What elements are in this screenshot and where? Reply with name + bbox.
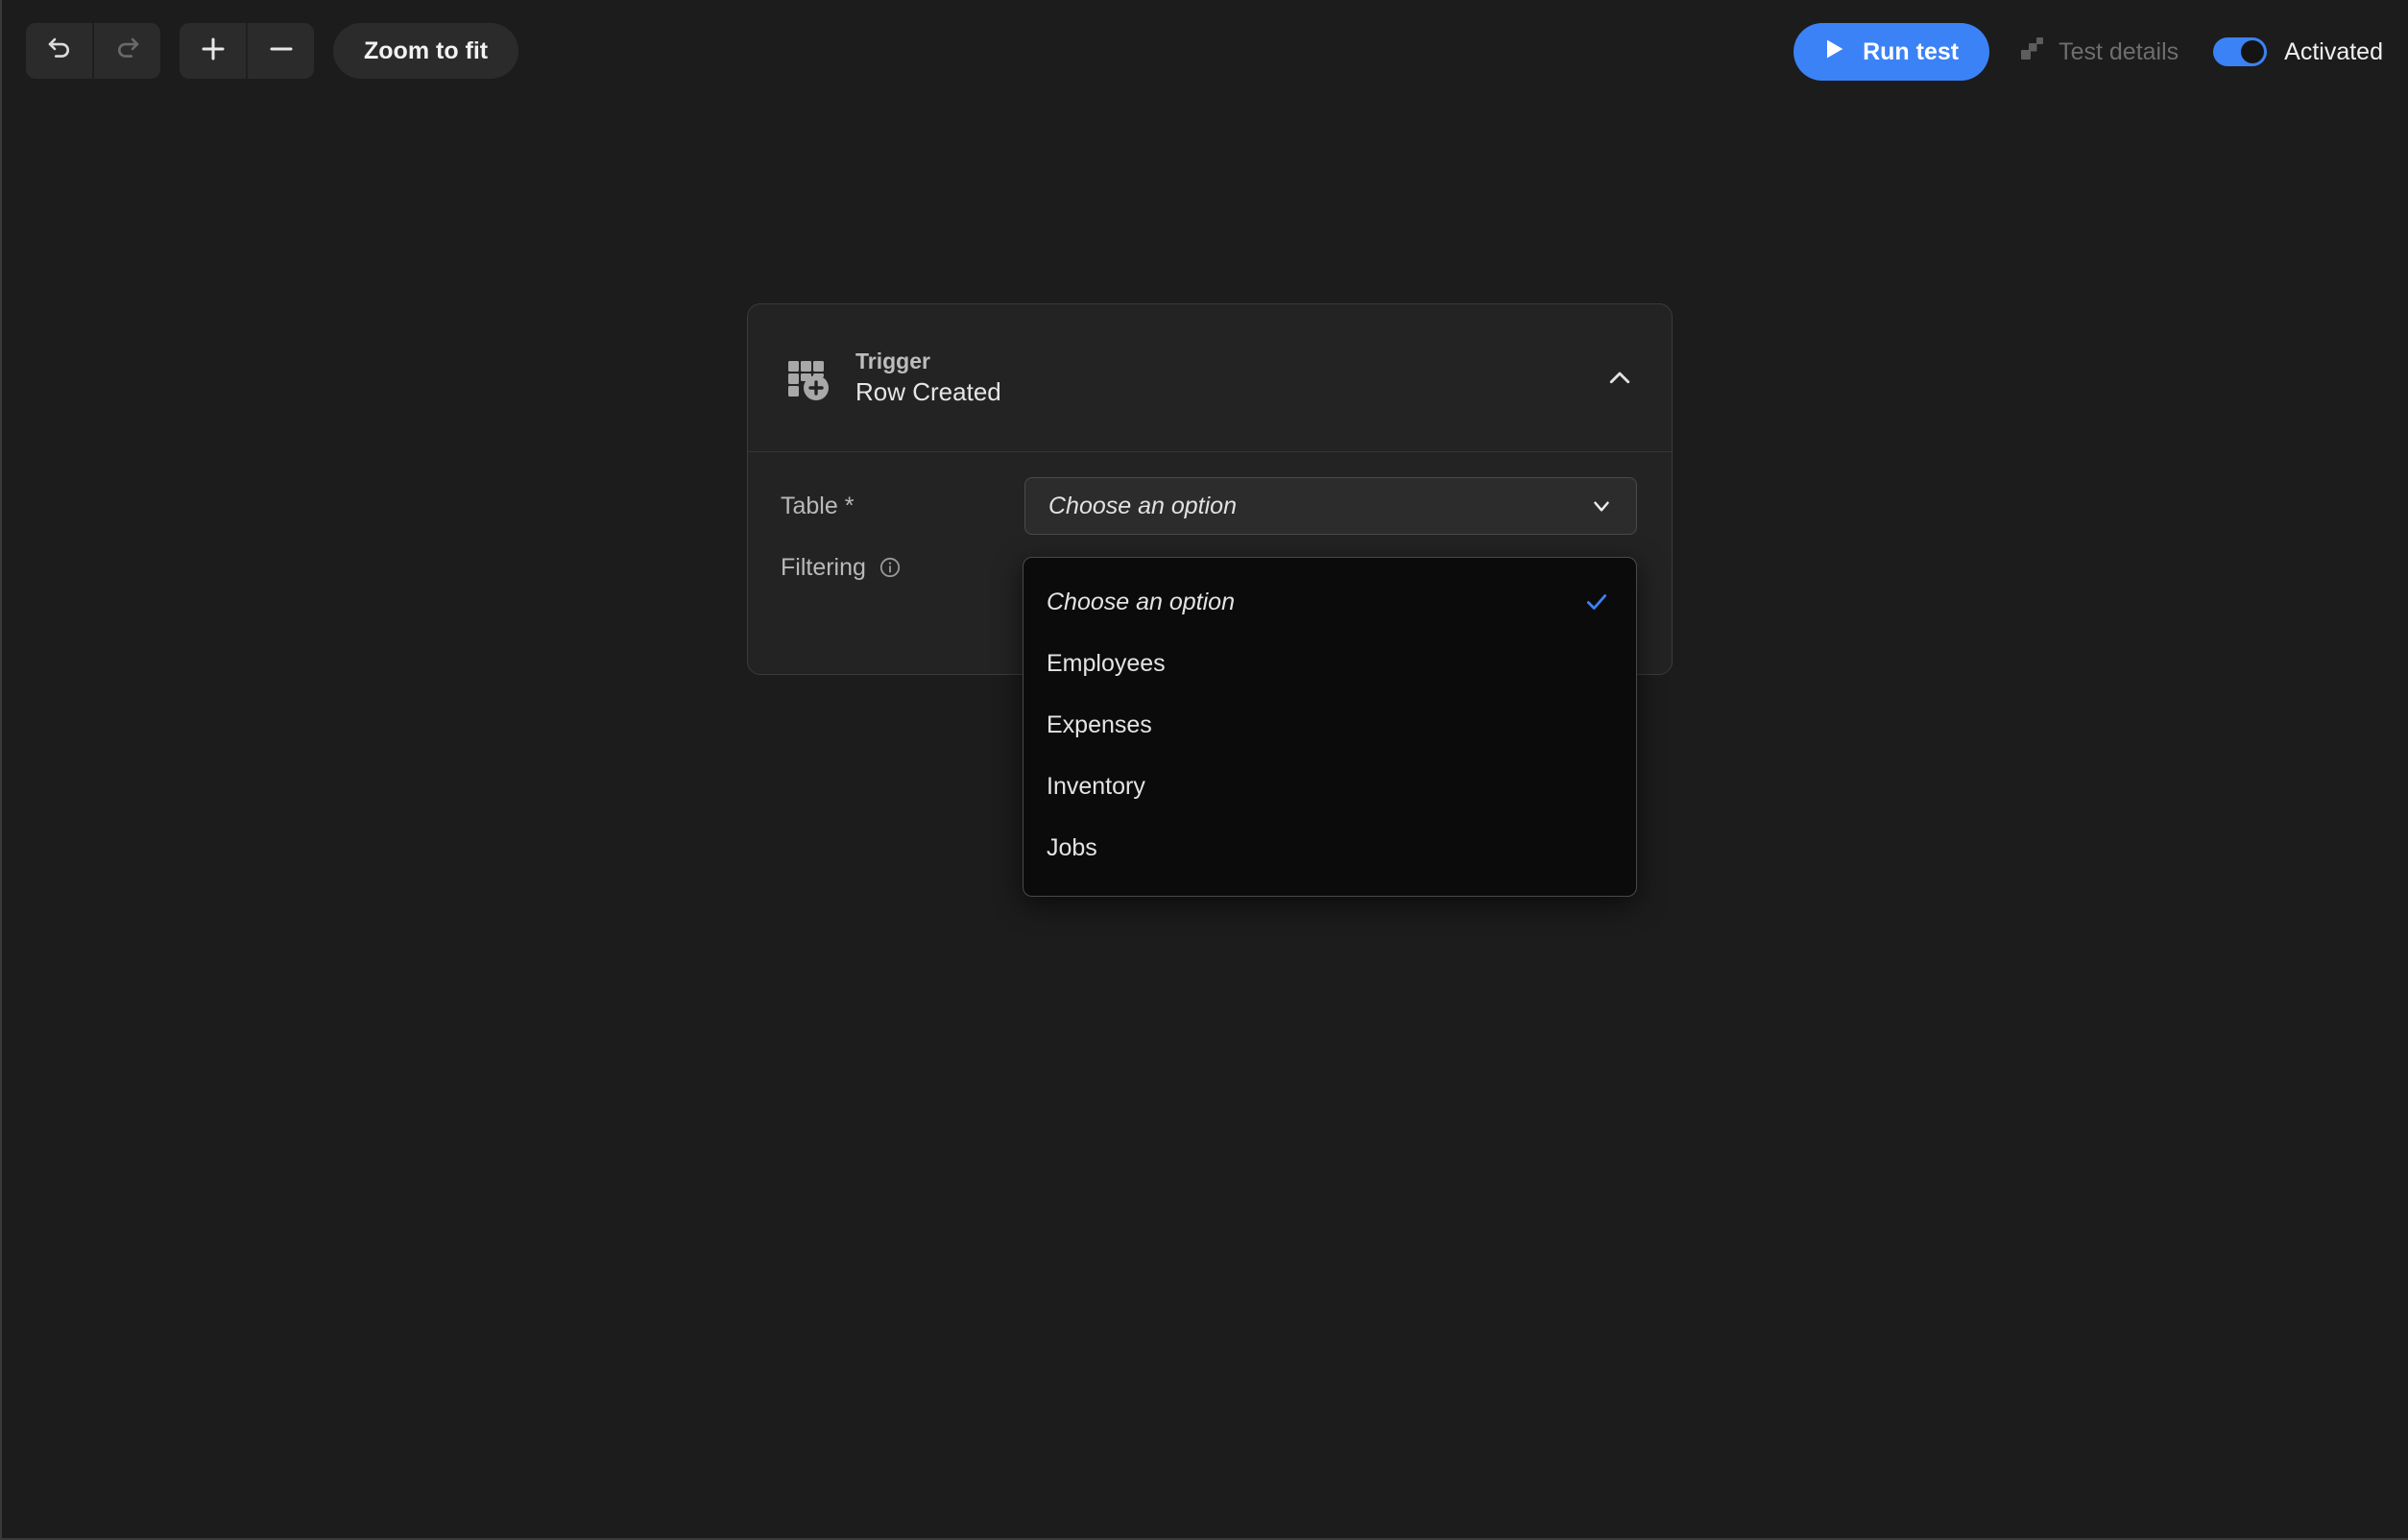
filtering-field-label: Filtering xyxy=(781,554,1024,582)
table-row-add-icon xyxy=(781,351,834,405)
info-circle-icon[interactable] xyxy=(878,555,903,580)
run-test-button[interactable]: Run test xyxy=(1794,23,1990,81)
dropdown-option[interactable]: Employees xyxy=(1023,633,1636,694)
minus-icon xyxy=(267,35,296,68)
filtering-label-text: Filtering xyxy=(781,553,866,581)
chevron-down-icon xyxy=(1588,493,1615,519)
undo-button[interactable] xyxy=(26,23,92,79)
table-select[interactable]: Choose an option xyxy=(1024,477,1637,535)
collapse-node-button[interactable] xyxy=(1599,357,1641,399)
zoom-out-button[interactable] xyxy=(248,23,314,79)
test-details-label: Test details xyxy=(2059,37,2179,65)
dropdown-option-label: Employees xyxy=(1047,649,1166,677)
dropdown-option-label: Choose an option xyxy=(1047,588,1235,615)
workflow-canvas: Zoom to fit Run test Test details Activa… xyxy=(0,0,2408,1540)
toggle-knob xyxy=(2241,40,2265,63)
field-row-table: Table * Choose an option xyxy=(748,475,1672,537)
undo-arrow-icon xyxy=(45,35,74,68)
dropdown-option[interactable]: Expenses xyxy=(1023,694,1636,756)
run-test-label: Run test xyxy=(1863,37,1960,65)
canvas-toolbar-left: Zoom to fit xyxy=(26,23,519,79)
activated-control: Activated xyxy=(2213,37,2383,66)
dropdown-option[interactable]: Inventory xyxy=(1023,756,1636,817)
check-icon xyxy=(1584,590,1609,614)
zoom-button-group xyxy=(180,23,314,79)
activated-toggle[interactable] xyxy=(2213,37,2268,66)
activated-label: Activated xyxy=(2284,37,2383,65)
dropdown-option-label: Jobs xyxy=(1047,833,1097,861)
table-select-value: Choose an option xyxy=(1048,492,1237,519)
play-icon xyxy=(1820,36,1847,69)
redo-button[interactable] xyxy=(94,23,160,79)
canvas-toolbar-right: Run test Test details Activated xyxy=(1794,23,2383,81)
dropdown-option[interactable]: Jobs xyxy=(1023,817,1636,878)
zoom-to-fit-button[interactable]: Zoom to fit xyxy=(333,23,519,79)
plus-icon xyxy=(199,35,228,68)
test-details-button[interactable]: Test details xyxy=(2020,36,2179,68)
trigger-node-titles: Trigger Row Created xyxy=(855,349,1599,407)
table-select-dropdown: Choose an option Employees Expenses Inve… xyxy=(1023,557,1637,897)
zoom-to-fit-label: Zoom to fit xyxy=(364,36,489,64)
trigger-node-header[interactable]: Trigger Row Created xyxy=(748,304,1672,452)
dropdown-option-label: Expenses xyxy=(1047,710,1152,738)
zoom-in-button[interactable] xyxy=(180,23,246,79)
history-button-group xyxy=(26,23,160,79)
trigger-name-label: Row Created xyxy=(855,377,1001,407)
table-field-label: Table * xyxy=(781,492,855,519)
redo-arrow-icon xyxy=(113,35,142,68)
dropdown-option-label: Inventory xyxy=(1047,772,1145,800)
dropdown-option[interactable]: Choose an option xyxy=(1023,571,1636,633)
trigger-kind-label: Trigger xyxy=(855,348,930,373)
stacked-squares-icon xyxy=(2020,36,2045,68)
